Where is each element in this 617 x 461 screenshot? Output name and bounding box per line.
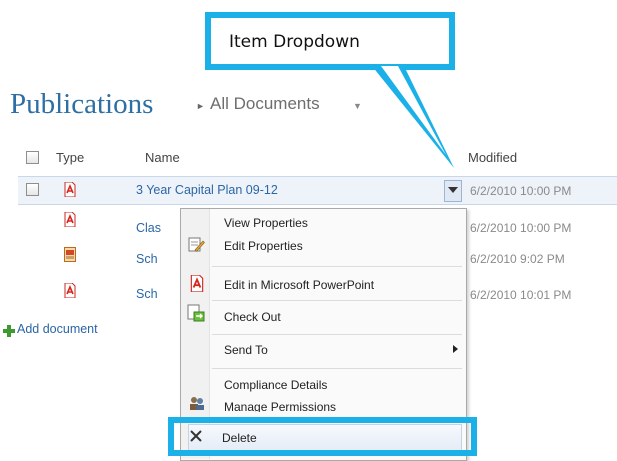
pdf-icon — [64, 182, 76, 197]
menu-item-send-to[interactable]: Send To — [224, 343, 268, 357]
permissions-icon — [190, 397, 204, 410]
menu-item-compliance-details[interactable]: Compliance Details — [224, 378, 327, 392]
chevron-down-icon — [448, 187, 458, 193]
menu-item-edit-in-powerpoint[interactable]: Edit in Microsoft PowerPoint — [224, 278, 374, 292]
pdf-icon — [64, 283, 76, 298]
column-header-type[interactable]: Type — [56, 150, 84, 165]
menu-separator — [212, 334, 462, 335]
item-dropdown-button[interactable] — [444, 180, 462, 202]
delete-callout-highlight — [168, 417, 477, 456]
select-all-checkbox[interactable] — [26, 151, 39, 164]
powerpoint-icon — [64, 247, 76, 262]
page-title: Publications — [10, 88, 154, 120]
column-header-name[interactable]: Name — [145, 150, 180, 165]
callout-box: Item Dropdown — [205, 12, 455, 70]
check-out-icon — [187, 304, 205, 322]
callout-label: Item Dropdown — [229, 32, 360, 52]
edit-properties-icon — [188, 237, 205, 252]
menu-item-view-properties[interactable]: View Properties — [224, 216, 308, 230]
pdf-icon — [64, 212, 76, 227]
menu-separator — [212, 266, 462, 267]
modified-date: 6/2/2010 10:00 PM — [470, 184, 572, 198]
document-link[interactable]: 3 Year Capital Plan 09-12 — [136, 183, 278, 197]
document-link[interactable]: Sch — [136, 287, 158, 301]
breadcrumb-separator-icon: ► — [196, 101, 205, 111]
document-link[interactable]: Sch — [136, 252, 158, 266]
menu-separator — [212, 368, 462, 369]
menu-item-check-out[interactable]: Check Out — [224, 310, 281, 324]
modified-date: 6/2/2010 10:00 PM — [470, 221, 572, 235]
add-document-link[interactable]: Add document — [17, 322, 98, 336]
submenu-arrow-icon — [453, 345, 458, 353]
menu-separator — [212, 300, 462, 301]
chevron-down-icon[interactable]: ▼ — [353, 101, 362, 111]
pdf-icon — [190, 275, 204, 292]
modified-date: 6/2/2010 10:01 PM — [470, 288, 572, 302]
view-selector[interactable]: All Documents — [210, 94, 320, 114]
modified-date: 6/2/2010 9:02 PM — [470, 252, 565, 266]
column-header-modified[interactable]: Modified — [468, 150, 517, 165]
menu-item-manage-permissions[interactable]: Manage Permissions — [224, 400, 336, 412]
row-checkbox[interactable] — [26, 183, 39, 196]
document-link[interactable]: Clas — [136, 221, 161, 235]
menu-item-edit-properties[interactable]: Edit Properties — [224, 239, 303, 253]
plus-icon[interactable] — [3, 325, 15, 337]
